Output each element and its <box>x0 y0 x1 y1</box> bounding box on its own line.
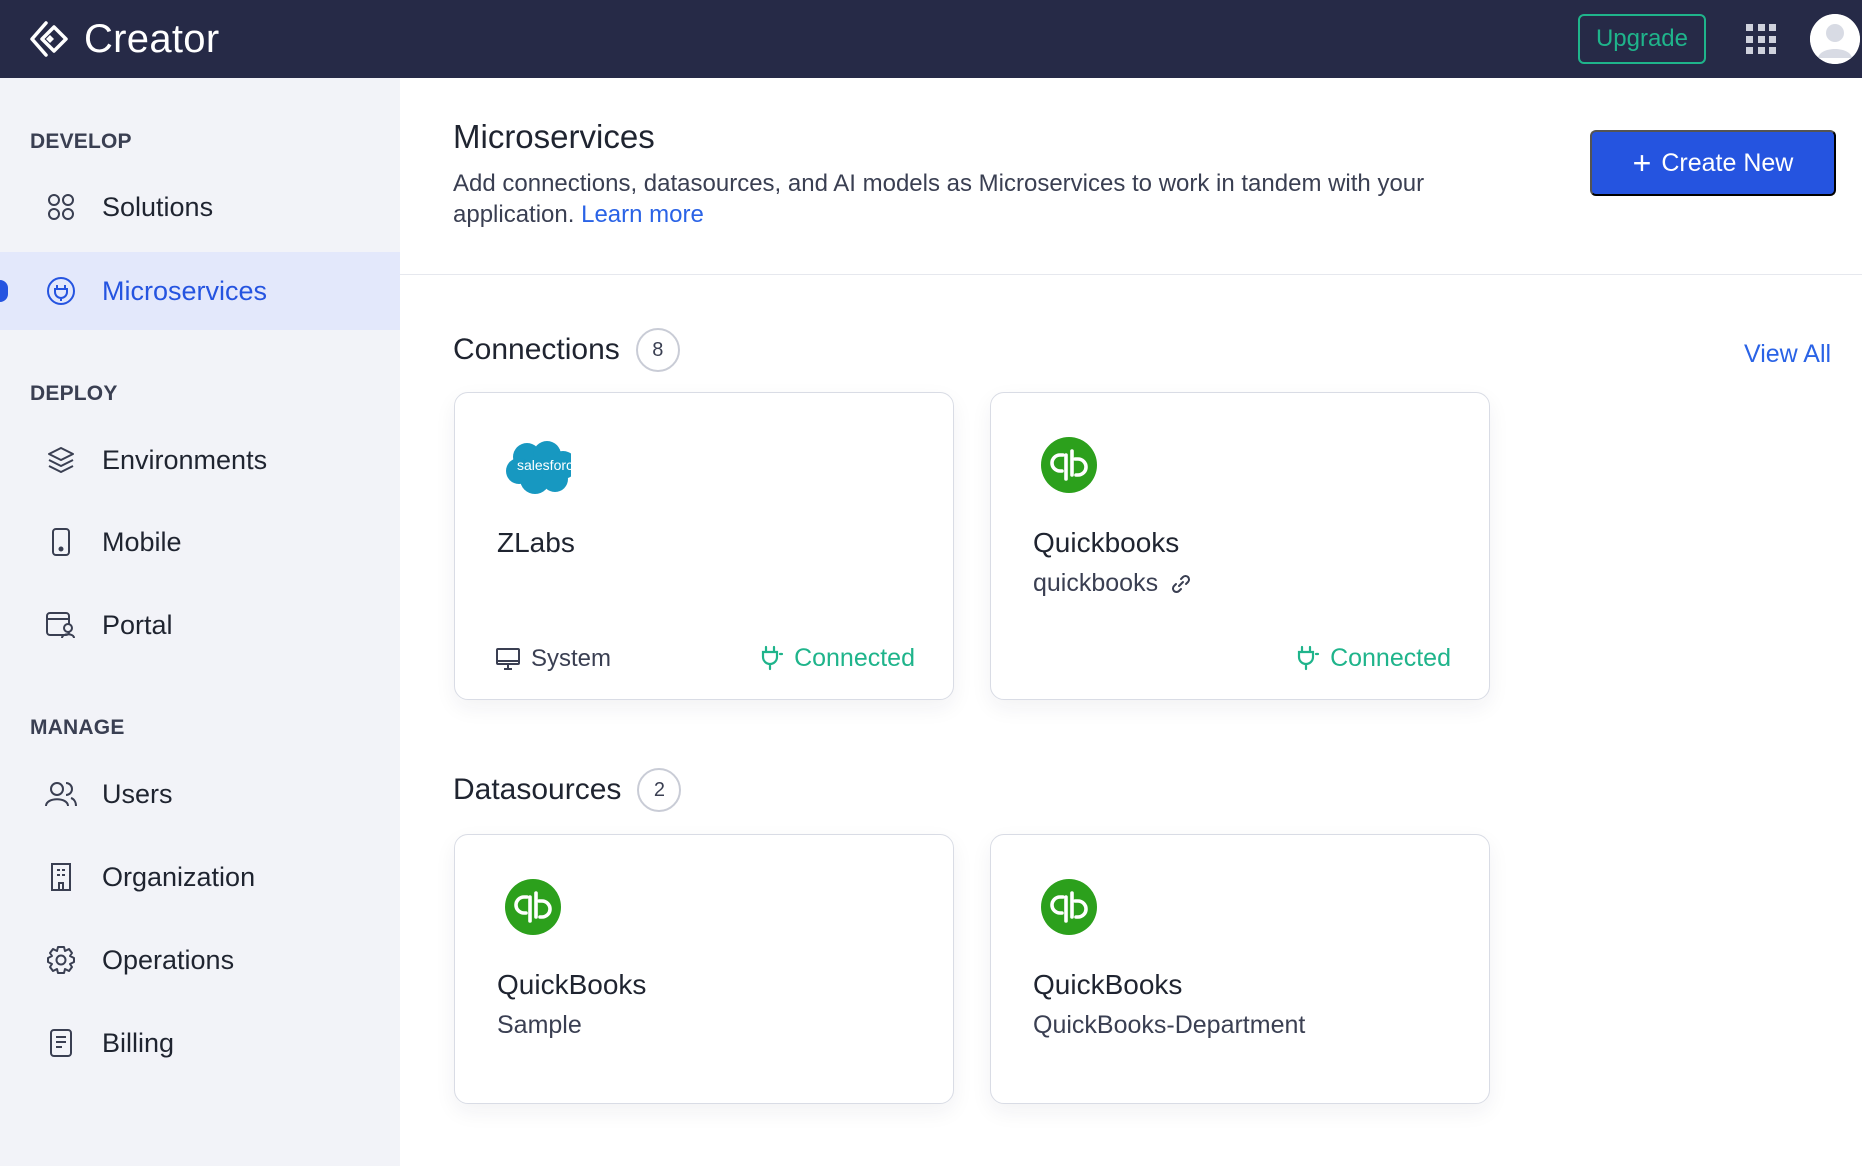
card-type-label: System <box>531 645 612 672</box>
salesforce-logo-icon: salesforce <box>505 437 571 497</box>
monitor-icon <box>495 647 521 671</box>
card-name: ZLabs <box>497 527 575 558</box>
sidebar-item-solutions[interactable]: Solutions <box>0 168 400 246</box>
upgrade-button[interactable]: Upgrade <box>1577 14 1706 64</box>
page-title: Microservices <box>453 118 655 155</box>
brand-name: Creator <box>84 16 220 61</box>
creator-logo-icon <box>28 17 72 61</box>
sidebar-section-manage: MANAGE <box>30 716 125 739</box>
apps-grid-icon[interactable] <box>1746 24 1776 54</box>
card-status: Connected <box>1294 643 1451 673</box>
link-icon[interactable] <box>1170 573 1192 595</box>
sidebar-item-billing[interactable]: Billing <box>0 1004 400 1082</box>
card-type: System <box>495 645 611 673</box>
card-name: Quickbooks <box>1033 527 1180 558</box>
card-status: Connected <box>758 643 915 673</box>
card-subtitle-text: quickbooks <box>1033 569 1159 597</box>
datasources-count-badge: 2 <box>637 768 682 812</box>
sidebar-item-organization[interactable]: Organization <box>0 838 400 916</box>
quickbooks-logo-icon <box>505 879 561 935</box>
create-new-button[interactable]: + Create New <box>1590 130 1836 196</box>
card-status-label: Connected <box>1330 643 1451 672</box>
layers-icon <box>44 443 78 477</box>
brand[interactable]: Creator <box>28 17 219 62</box>
card-status-label: Connected <box>794 643 915 672</box>
card-name: QuickBooks <box>497 969 647 1000</box>
sidebar-item-users[interactable]: Users <box>0 755 400 833</box>
datasources-section-title: Datasources 2 <box>453 768 682 812</box>
card-subtitle: QuickBooks-Department <box>1033 1011 1306 1039</box>
sidebar-item-operations[interactable]: Operations <box>0 921 400 999</box>
sidebar-item-environments[interactable]: Environments <box>0 421 400 499</box>
receipt-icon <box>44 1026 78 1060</box>
sidebar-section-develop: DEVELOP <box>30 130 132 153</box>
salesforce-logo-text: salesforce <box>517 457 571 473</box>
gear-icon <box>44 943 78 977</box>
connection-card-quickbooks[interactable]: Quickbooks quickbooks Connected <box>990 392 1490 700</box>
header-divider <box>400 274 1862 275</box>
active-indicator <box>0 280 8 302</box>
card-subtitle: quickbooks <box>1033 569 1192 598</box>
microservices-icon <box>44 274 78 308</box>
connections-count-badge: 8 <box>635 328 680 372</box>
sidebar-item-label: Solutions <box>102 191 214 222</box>
sidebar-item-label: Microservices <box>102 275 268 306</box>
datasources-title: Datasources <box>453 773 622 806</box>
card-name: QuickBooks <box>1033 969 1183 1000</box>
view-all-link[interactable]: View All <box>1744 340 1831 369</box>
sidebar-item-label: Environments <box>102 444 268 475</box>
plug-icon <box>1294 643 1320 673</box>
sidebar-section-deploy: DEPLOY <box>30 382 118 405</box>
sidebar-item-label: Users <box>102 778 173 809</box>
connections-section-title: Connections 8 <box>453 328 680 372</box>
solutions-icon <box>44 190 78 224</box>
quickbooks-logo-icon <box>1041 879 1097 935</box>
learn-more-link[interactable]: Learn more <box>581 201 704 228</box>
sidebar-item-label: Mobile <box>102 526 182 557</box>
connections-title: Connections <box>453 333 620 366</box>
plus-icon: + <box>1632 145 1652 181</box>
connection-card-zlabs[interactable]: salesforce ZLabs System Connected <box>454 392 954 700</box>
quickbooks-logo-icon <box>1041 437 1097 493</box>
plug-icon <box>758 643 784 673</box>
sidebar-item-label: Operations <box>102 944 235 975</box>
users-icon <box>44 777 78 811</box>
avatar[interactable] <box>1810 14 1860 64</box>
sidebar-item-label: Portal <box>102 609 173 640</box>
portal-icon <box>44 608 78 642</box>
create-new-label: Create New <box>1661 148 1794 177</box>
mobile-icon <box>44 525 78 559</box>
building-icon <box>44 860 78 894</box>
datasource-card-quickbooks-department[interactable]: QuickBooks QuickBooks-Department <box>990 834 1490 1104</box>
datasource-card-quickbooks-sample[interactable]: QuickBooks Sample <box>454 834 954 1104</box>
page-description: Add connections, datasources, and AI mod… <box>453 168 1503 230</box>
sidebar: DEVELOP Solutions Microservices DEPLOY E… <box>0 78 400 1166</box>
sidebar-item-mobile[interactable]: Mobile <box>0 503 400 581</box>
sidebar-item-label: Billing <box>102 1027 175 1058</box>
card-subtitle: Sample <box>497 1011 582 1039</box>
sidebar-item-portal[interactable]: Portal <box>0 586 400 664</box>
sidebar-item-microservices[interactable]: Microservices <box>0 252 400 330</box>
sidebar-item-label: Organization <box>102 861 256 892</box>
top-bar: Creator Upgrade <box>0 0 1862 78</box>
